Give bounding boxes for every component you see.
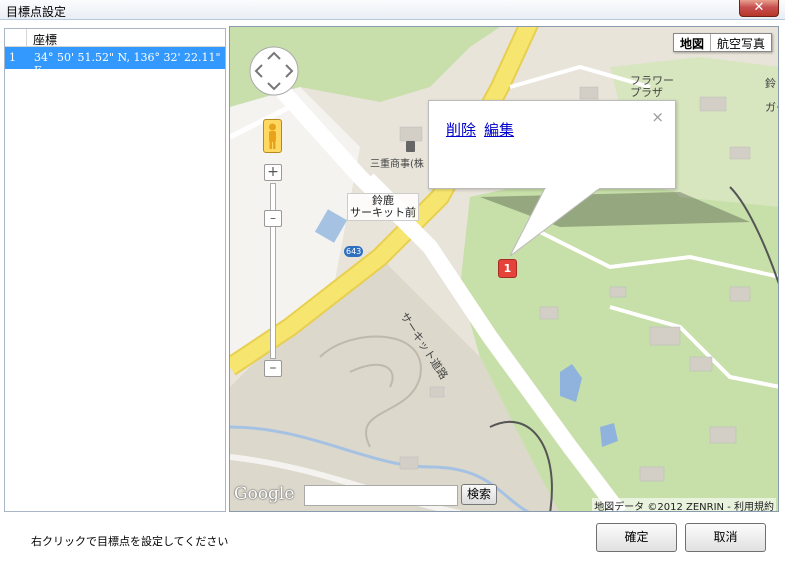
map-type-control[interactable]: 地図 航空写真	[672, 33, 772, 52]
map-label-mie-shoji: 三重商事(株	[370, 159, 424, 170]
zoom-out-button[interactable]: –	[264, 360, 282, 377]
zoom-in-button[interactable]: +	[264, 164, 282, 181]
info-window-links: 削除 編集	[446, 119, 522, 140]
map-label-suzuka-circuit-front: 鈴鹿 サーキット前	[347, 193, 419, 221]
google-logo: Google	[234, 484, 295, 504]
close-button[interactable]: ✕	[739, 0, 779, 17]
map-view[interactable]: フラワー プラザ 三重商事(株 鈴鹿 サーキット前 サーキット道路 643 鈴 …	[229, 26, 779, 512]
attribution-text: 地図データ ©2012 ZENRIN -	[594, 502, 734, 512]
map-type-satellite-button[interactable]: 航空写真	[711, 34, 771, 51]
list-row[interactable]: 1 34° 50' 51.52" N, 136° 32' 22.11" E	[5, 47, 225, 77]
list-row-coordinate: 34° 50' 51.52" N, 136° 32' 22.11" E	[34, 51, 221, 77]
list-header-num-column	[5, 29, 27, 46]
map-attribution: 地図データ ©2012 ZENRIN - 利用規約	[592, 498, 776, 512]
info-window-close-icon[interactable]: ×	[651, 108, 664, 126]
street-view-pegman-icon[interactable]	[263, 119, 282, 153]
zoom-slider-handle[interactable]: –	[264, 210, 282, 227]
ok-button[interactable]: 確定	[596, 523, 677, 552]
map-type-map-button[interactable]: 地図	[674, 34, 711, 51]
map-search-input[interactable]	[304, 485, 458, 506]
title-bar: 目標点設定 ✕	[0, 0, 785, 20]
edit-link[interactable]: 編集	[484, 121, 514, 139]
map-label-flower-plaza: フラワー プラザ	[630, 74, 674, 99]
delete-link[interactable]: 削除	[446, 121, 476, 139]
map-label-suzuka-edge: 鈴	[765, 77, 776, 90]
window-title: 目標点設定	[6, 5, 67, 19]
map-search-button[interactable]: 検索	[461, 484, 497, 505]
map-label-ga-edge: ガー	[765, 101, 778, 114]
list-header: 座標	[5, 29, 225, 47]
cancel-button[interactable]: 取消	[685, 523, 766, 552]
pan-control[interactable]	[248, 45, 300, 97]
terms-link[interactable]: 利用規約	[734, 502, 774, 511]
coordinate-list[interactable]: 座標 1 34° 50' 51.52" N, 136° 32' 22.11" E	[4, 28, 226, 512]
info-window-tail	[510, 188, 601, 256]
route-643-badge: 643	[344, 246, 364, 257]
list-row-num: 1	[9, 51, 16, 64]
target-marker[interactable]: 1	[498, 259, 517, 278]
list-header-coordinate: 座標	[33, 33, 58, 47]
info-window: 削除 編集 ×	[428, 100, 676, 189]
instruction-text: 右クリックで目標点を設定してください	[31, 535, 229, 548]
gas-station-icon	[406, 141, 415, 152]
